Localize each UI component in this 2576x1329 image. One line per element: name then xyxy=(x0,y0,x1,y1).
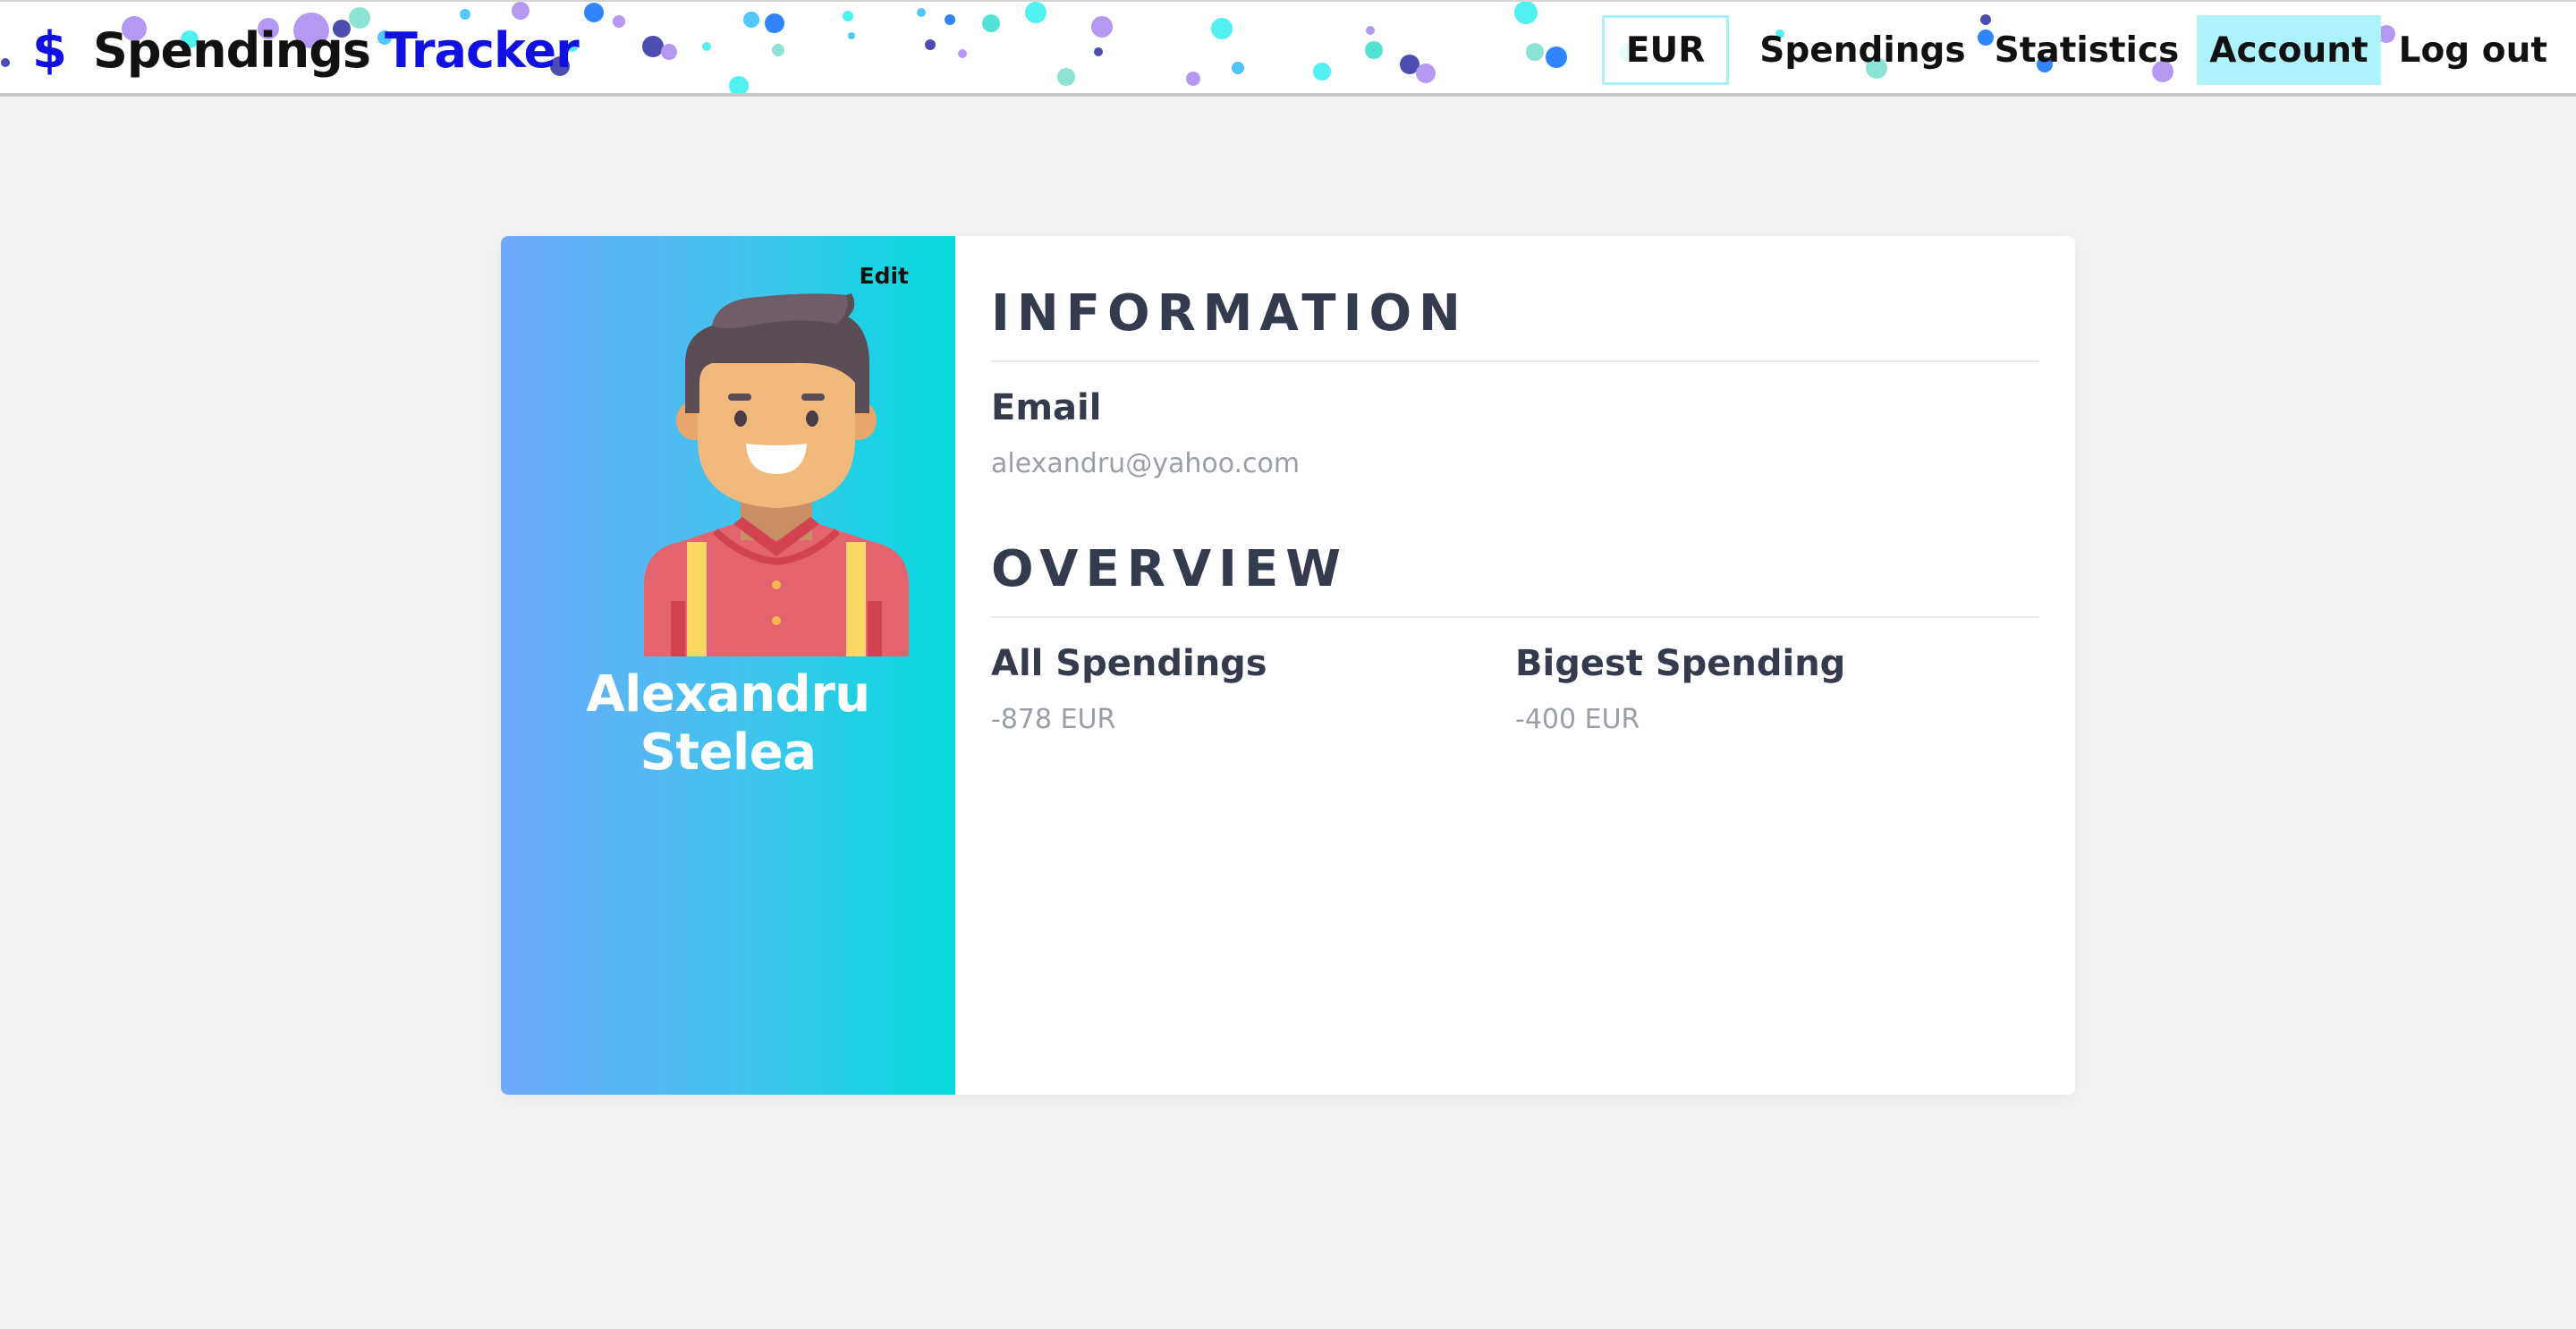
email-label: Email xyxy=(991,387,1102,428)
man-avatar-icon xyxy=(644,293,909,656)
nav-link-statistics[interactable]: Statistics xyxy=(1984,15,2190,85)
main-nav: EUR Spendings Statistics Account Log out xyxy=(1601,14,2558,86)
profile-sidebar: Edit Alexandru Stelea xyxy=(501,236,955,1095)
all-spendings-value: -878 EUR xyxy=(991,704,1116,735)
profile-details: INFORMATION Email alexandru@yahoo.com OV… xyxy=(955,236,2075,1095)
brand-logo[interactable]: $ Spendings Tracker xyxy=(32,14,580,86)
stat-all-spendings: All Spendings -878 EUR xyxy=(991,618,1515,735)
nav-link-spendings[interactable]: Spendings xyxy=(1749,15,1976,85)
brand-name: Spendings xyxy=(92,21,371,79)
overview-stats: All Spendings -878 EUR Bigest Spending -… xyxy=(991,618,2039,735)
email-value: alexandru@yahoo.com xyxy=(991,448,1301,479)
information-heading: INFORMATION xyxy=(991,284,2039,362)
edit-profile-link[interactable]: Edit xyxy=(860,263,910,289)
profile-card: Edit Alexandru Stelea INFORMATION Email … xyxy=(501,236,2075,1095)
all-spendings-label: All Spendings xyxy=(991,643,1267,684)
currency-selector[interactable]: EUR xyxy=(1601,15,1730,85)
user-name: Alexandru Stelea xyxy=(586,665,870,782)
overview-heading: OVERVIEW xyxy=(991,540,2039,618)
brand-accent: Tracker xyxy=(385,21,580,79)
biggest-spending-value: -400 EUR xyxy=(1515,704,1640,735)
top-navbar: $ Spendings Tracker EUR Spendings Statis… xyxy=(0,0,2576,97)
nav-link-logout[interactable]: Log out xyxy=(2388,15,2558,85)
nav-link-account[interactable]: Account xyxy=(2197,15,2381,85)
stat-biggest-spending: Bigest Spending -400 EUR xyxy=(1515,618,2039,735)
dollar-icon: $ xyxy=(32,21,67,80)
biggest-spending-label: Bigest Spending xyxy=(1515,643,1846,684)
